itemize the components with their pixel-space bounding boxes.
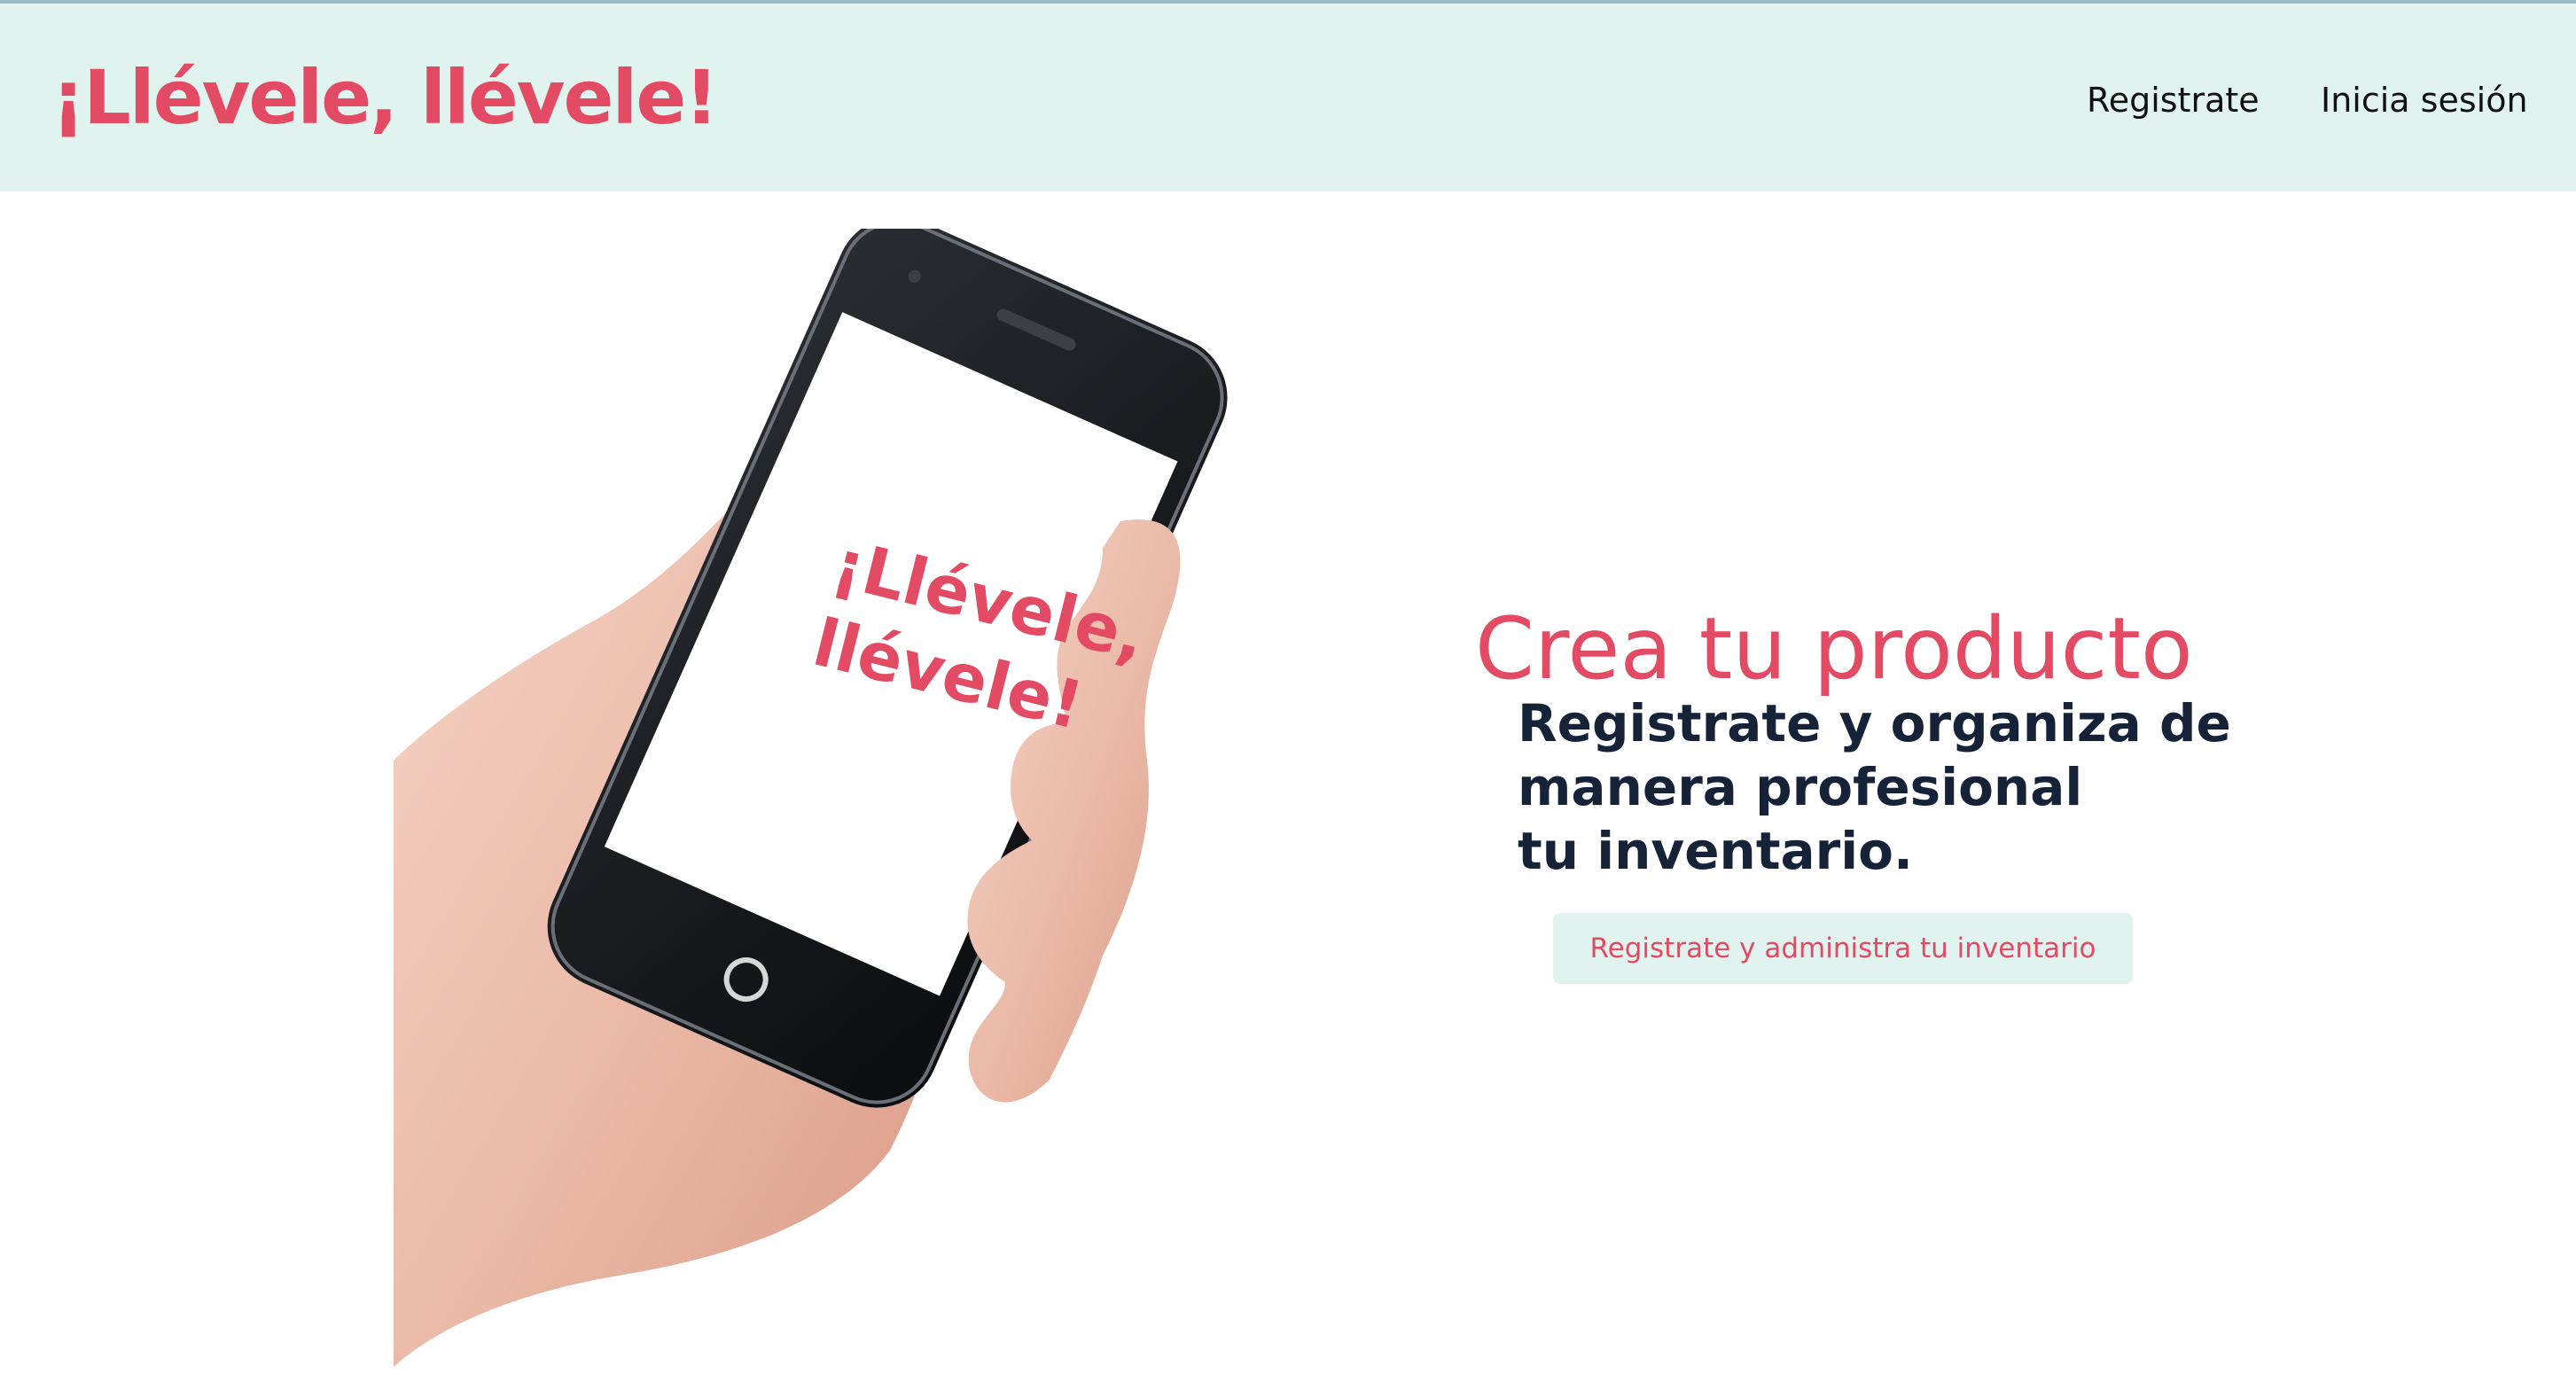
hand-holding-phone-image: ¡Llévele, llévele!: [394, 229, 1228, 1367]
hero-title: Crea tu producto: [1475, 599, 2193, 698]
register-cta-button[interactable]: Registrate y administra tu inventario: [1553, 913, 2133, 984]
hero-subtitle-line: Registrate y organiza de: [1518, 693, 2231, 753]
hero-subtitle: Registrate y organiza de manera profesio…: [1518, 691, 2231, 883]
nav-register-link[interactable]: Registrate: [2087, 74, 2260, 126]
hero-subtitle-line: manera profesional: [1518, 757, 2083, 817]
nav-login-link[interactable]: Inicia sesión: [2321, 74, 2528, 126]
navbar: ¡Llévele, llévele! Registrate Inicia ses…: [0, 4, 2576, 191]
hero-subtitle-line: tu inventario.: [1518, 821, 1914, 881]
brand-logo[interactable]: ¡Llévele, llévele!: [51, 51, 719, 144]
